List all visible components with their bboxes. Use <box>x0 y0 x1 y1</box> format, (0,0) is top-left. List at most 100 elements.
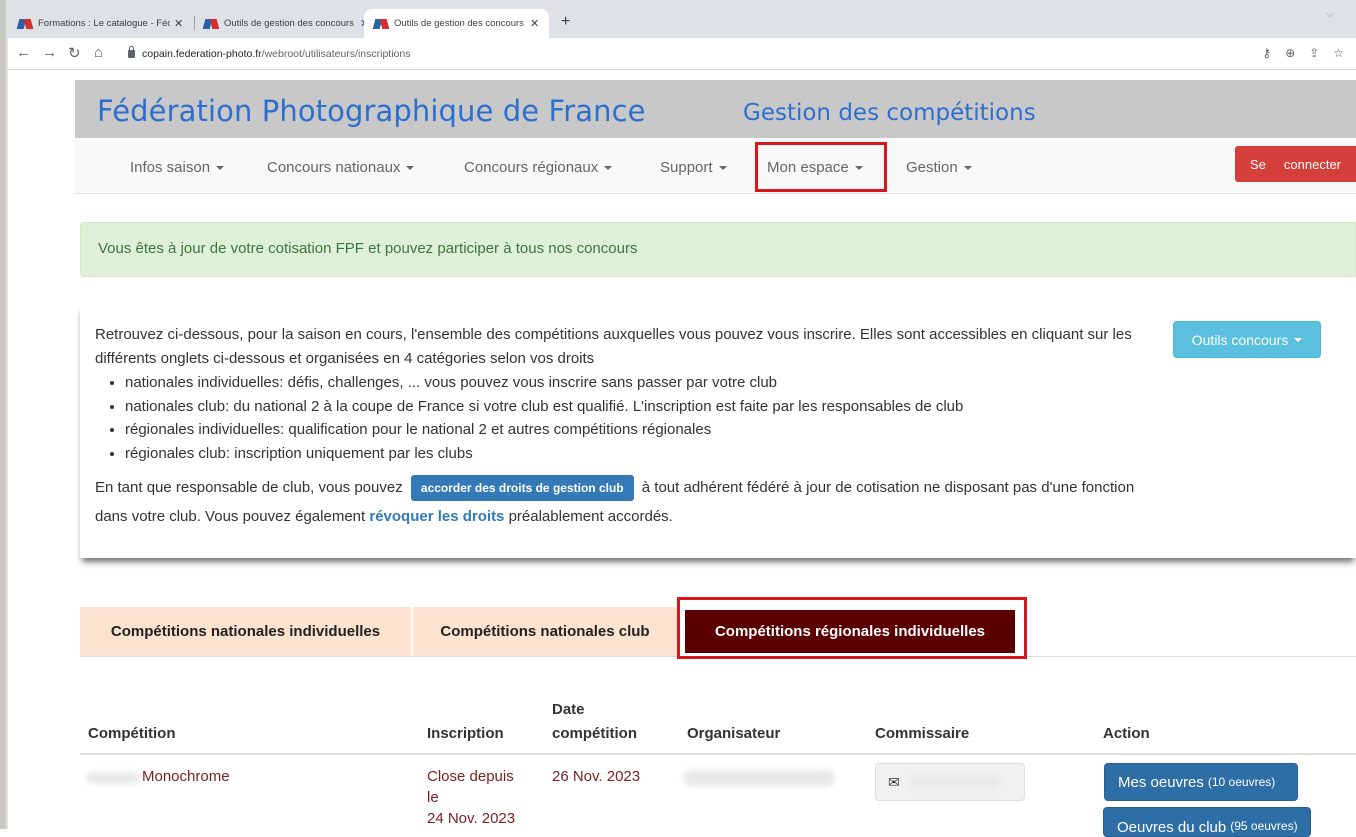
column-header-inscription: Inscription <box>427 725 504 742</box>
nav-concours-regionaux[interactable]: Concours régionaux <box>464 159 613 176</box>
list-item: nationales individuelles: défis, challen… <box>125 371 1155 395</box>
info-panel: Retrouvez ci-dessous, pour la saison en … <box>80 303 1356 558</box>
fpf-logo-icon <box>374 18 388 30</box>
inscription-line: le <box>427 789 439 806</box>
fpf-logo-icon <box>18 18 32 30</box>
forward-icon[interactable]: → <box>42 44 57 61</box>
url-host: copain.federation-photo.fr <box>142 48 262 60</box>
button-label: Mes oeuvres <box>1118 773 1204 791</box>
info-intro: Retrouvez ci-dessous, pour la saison en … <box>95 326 1132 367</box>
info-text: Retrouvez ci-dessous, pour la saison en … <box>95 323 1155 531</box>
inscription-status: Close depuis le 24 Nov. 2023 <box>427 766 515 829</box>
key-icon[interactable]: ⚷ <box>1262 46 1271 60</box>
nav-label: Gestion <box>906 159 958 176</box>
tab-nationales-club[interactable]: Compétitions nationales club <box>413 607 677 656</box>
oeuvres-count: (95 oeuvres) <box>1230 819 1298 833</box>
oeuvres-club-button[interactable]: Oeuvres du club (95 oeuvres) <box>1103 807 1311 837</box>
nav-label: Concours nationaux <box>267 159 401 176</box>
reload-icon[interactable]: ↻ <box>68 44 81 62</box>
grant-rights-button[interactable]: accorder des droits de gestion club <box>410 475 634 501</box>
header-line: compétition <box>552 725 637 742</box>
nav-concours-nationaux[interactable]: Concours nationaux <box>267 159 415 176</box>
nav-infos-saison[interactable]: Infos saison <box>130 159 225 176</box>
browser-toolbar: ← → ↻ ⌂ copain.federation-photo.fr/webro… <box>8 38 1356 70</box>
desktop-edge <box>0 0 8 829</box>
tools-dropdown-button[interactable]: Outils concours <box>1173 321 1321 358</box>
browser-tabstrip: Formations : Le catalogue - Fédé ✕ Outil… <box>8 0 1356 38</box>
header-divider <box>80 753 1356 755</box>
rights-text-3: préalablement accordés. <box>508 508 673 525</box>
list-item: régionales individuelles: qualification … <box>125 418 1155 442</box>
competition-name: Monochrome <box>142 768 230 785</box>
redacted-organizer <box>684 770 834 786</box>
caret-down-icon <box>216 166 225 171</box>
login-button[interactable]: Se connecter <box>1235 146 1356 182</box>
main-navbar: Infos saison Concours nationaux Concours… <box>75 138 1356 194</box>
alert-text: Vous êtes à jour de votre cotisation FPF… <box>98 240 638 257</box>
browser-tab-outils-active[interactable]: Outils de gestion des concours ✕ <box>364 9 550 38</box>
competition-tabs: Compétitions nationales individuelles Co… <box>80 597 1356 659</box>
nav-label: Concours régionaux <box>464 159 599 176</box>
column-header-date: Date compétition <box>552 699 637 744</box>
close-icon[interactable]: ✕ <box>530 17 539 30</box>
column-header-competition: Compétition <box>88 725 176 742</box>
browser-tab-formations[interactable]: Formations : Le catalogue - Fédé ✕ <box>8 9 193 38</box>
annotation-highlight-tab <box>677 597 1027 659</box>
list-item: régionales club: inscription uniquement … <box>125 442 1155 466</box>
caret-down-icon <box>963 166 972 171</box>
inscription-line: 24 Nov. 2023 <box>427 810 516 827</box>
commissaire-email-button[interactable]: ✉ <box>875 763 1025 801</box>
tab-nationales-individuelles[interactable]: Compétitions nationales individuelles <box>80 607 411 656</box>
nav-label: Support <box>660 159 713 176</box>
tab-title: Outils de gestion des concours <box>224 18 354 29</box>
column-header-commissaire: Commissaire <box>875 725 970 742</box>
caret-down-icon <box>1294 337 1303 342</box>
oeuvres-count: (10 oeuvres) <box>1207 775 1276 789</box>
mes-oeuvres-button[interactable]: Mes oeuvres (10 oeuvres) <box>1104 763 1298 801</box>
address-bar[interactable]: copain.federation-photo.fr/webroot/utili… <box>142 48 411 60</box>
toolbar-icons: ⚷ ⊕ ⇪ ☆ <box>1262 46 1344 60</box>
nav-gestion[interactable]: Gestion <box>906 159 972 176</box>
lock-icon[interactable] <box>128 46 135 58</box>
header-line: Date <box>552 701 585 718</box>
tab-search-icon[interactable]: ⌵ <box>1326 8 1334 21</box>
nav-label: Infos saison <box>130 159 211 176</box>
site-header: Fédération Photographique de France Gest… <box>75 80 1356 138</box>
column-header-organisateur: Organisateur <box>687 725 781 742</box>
login-label-se: Se <box>1250 156 1266 172</box>
nav-support[interactable]: Support <box>660 159 727 176</box>
browser-tab-outils-1[interactable]: Outils de gestion des concours ✕ <box>194 9 379 38</box>
annotation-highlight-mon-espace <box>755 142 887 192</box>
rights-text-1: En tant que responsable de club, vous po… <box>95 479 403 496</box>
caret-down-icon <box>604 166 613 171</box>
competition-date: 26 Nov. 2023 <box>552 768 641 785</box>
site-brand[interactable]: Fédération Photographique de France <box>97 94 646 128</box>
membership-alert: Vous êtes à jour de votre cotisation FPF… <box>80 222 1356 277</box>
envelope-icon: ✉ <box>888 773 900 790</box>
caret-down-icon <box>406 166 415 171</box>
home-icon[interactable]: ⌂ <box>94 44 103 61</box>
zoom-icon[interactable]: ⊕ <box>1285 46 1295 60</box>
list-item: nationales club: du national 2 à la coup… <box>125 395 1155 419</box>
site-subtitle: Gestion des compétitions <box>743 100 1036 126</box>
redacted-text <box>86 772 140 784</box>
column-header-action: Action <box>1103 725 1150 742</box>
url-path: /webroot/utilisateurs/inscriptions <box>261 48 411 60</box>
button-label: Oeuvres du club <box>1117 819 1227 836</box>
rights-paragraph: En tant que responsable de club, vous po… <box>95 473 1155 531</box>
caret-down-icon <box>718 166 727 171</box>
login-label-connecter: connecter <box>1283 156 1341 172</box>
star-icon[interactable]: ☆ <box>1333 46 1344 60</box>
redacted-name <box>909 776 1000 788</box>
fpf-logo-icon <box>204 18 218 30</box>
tab-title: Outils de gestion des concours <box>394 18 524 29</box>
tools-label: Outils concours <box>1191 331 1289 348</box>
revoke-rights-link[interactable]: révoquer les droits <box>369 508 504 525</box>
new-tab-icon[interactable]: + <box>561 13 570 31</box>
close-icon[interactable]: ✕ <box>174 17 183 30</box>
back-icon[interactable]: ← <box>16 44 31 61</box>
category-list: nationales individuelles: défis, challen… <box>125 371 1155 465</box>
tab-title: Formations : Le catalogue - Fédé <box>38 18 170 29</box>
share-icon[interactable]: ⇪ <box>1309 46 1319 60</box>
inscription-line: Close depuis <box>427 768 514 785</box>
